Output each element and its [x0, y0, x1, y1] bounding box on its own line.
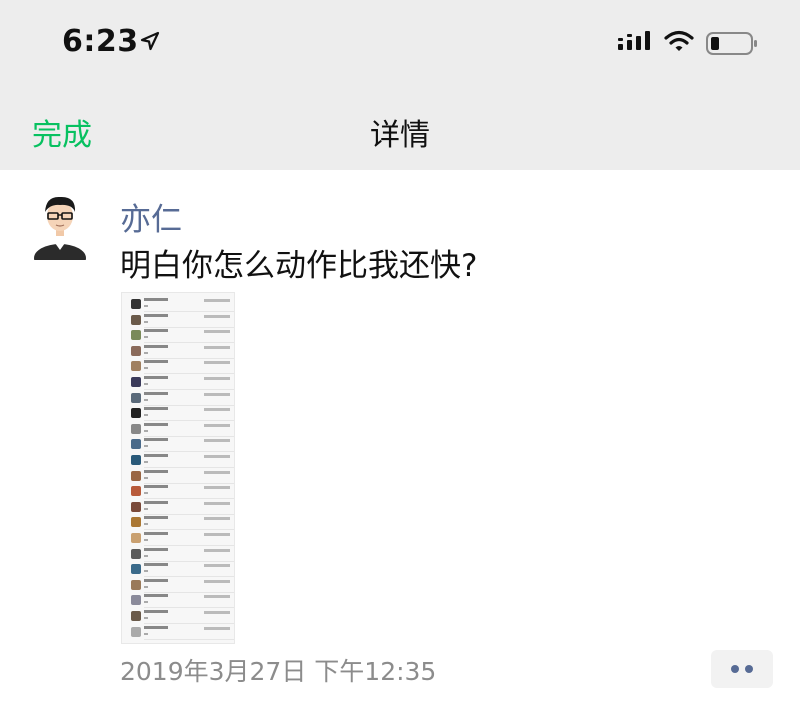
avatar[interactable]: [32, 188, 88, 260]
thumbnail-list-row: [122, 453, 234, 468]
post-text: 明白你怎么动作比我还快?: [120, 248, 478, 284]
battery-icon: [706, 32, 757, 55]
post-timestamp: 2019年3月27日 下午12:35: [120, 657, 437, 686]
thumbnail-list-row: [122, 625, 234, 640]
thumbnail-list-row: [122, 422, 234, 437]
thumbnail-list-row: [122, 609, 234, 624]
thumbnail-list-row: [122, 391, 234, 406]
thumbnail-list-row: [122, 515, 234, 531]
post-image[interactable]: [121, 292, 235, 644]
done-button[interactable]: 完成: [32, 110, 92, 154]
thumbnail-list-row: [122, 578, 234, 593]
thumbnail-list-row: [122, 531, 234, 546]
wifi-icon: [664, 30, 694, 51]
thumbnail-list-row: [122, 500, 234, 515]
more-dot-icon: [745, 665, 753, 673]
thumbnail-list-row: [122, 359, 234, 375]
location-arrow-icon: [140, 31, 160, 51]
thumbnail-list-row: [122, 297, 234, 312]
page-title: 详情: [370, 118, 430, 153]
thumbnail-list-row: [122, 562, 234, 578]
more-dot-icon: [731, 665, 739, 673]
thumbnail-list-row: [122, 547, 234, 562]
cellular-signal-icon: [618, 31, 650, 50]
thumbnail-list-row: [122, 437, 234, 453]
thumbnail-list-row: [122, 406, 234, 422]
more-actions-button[interactable]: [711, 650, 773, 688]
author-name[interactable]: 亦仁: [120, 194, 182, 239]
thumbnail-list-row: [122, 469, 234, 484]
thumbnail-list-row: [122, 328, 234, 344]
thumbnail-list-row: [122, 344, 234, 359]
thumbnail-list-row: [122, 593, 234, 609]
status-time: 6:23: [62, 24, 139, 59]
thumbnail-list-row: [122, 484, 234, 500]
thumbnail-list-row: [122, 375, 234, 390]
thumbnail-list-row: [122, 313, 234, 328]
